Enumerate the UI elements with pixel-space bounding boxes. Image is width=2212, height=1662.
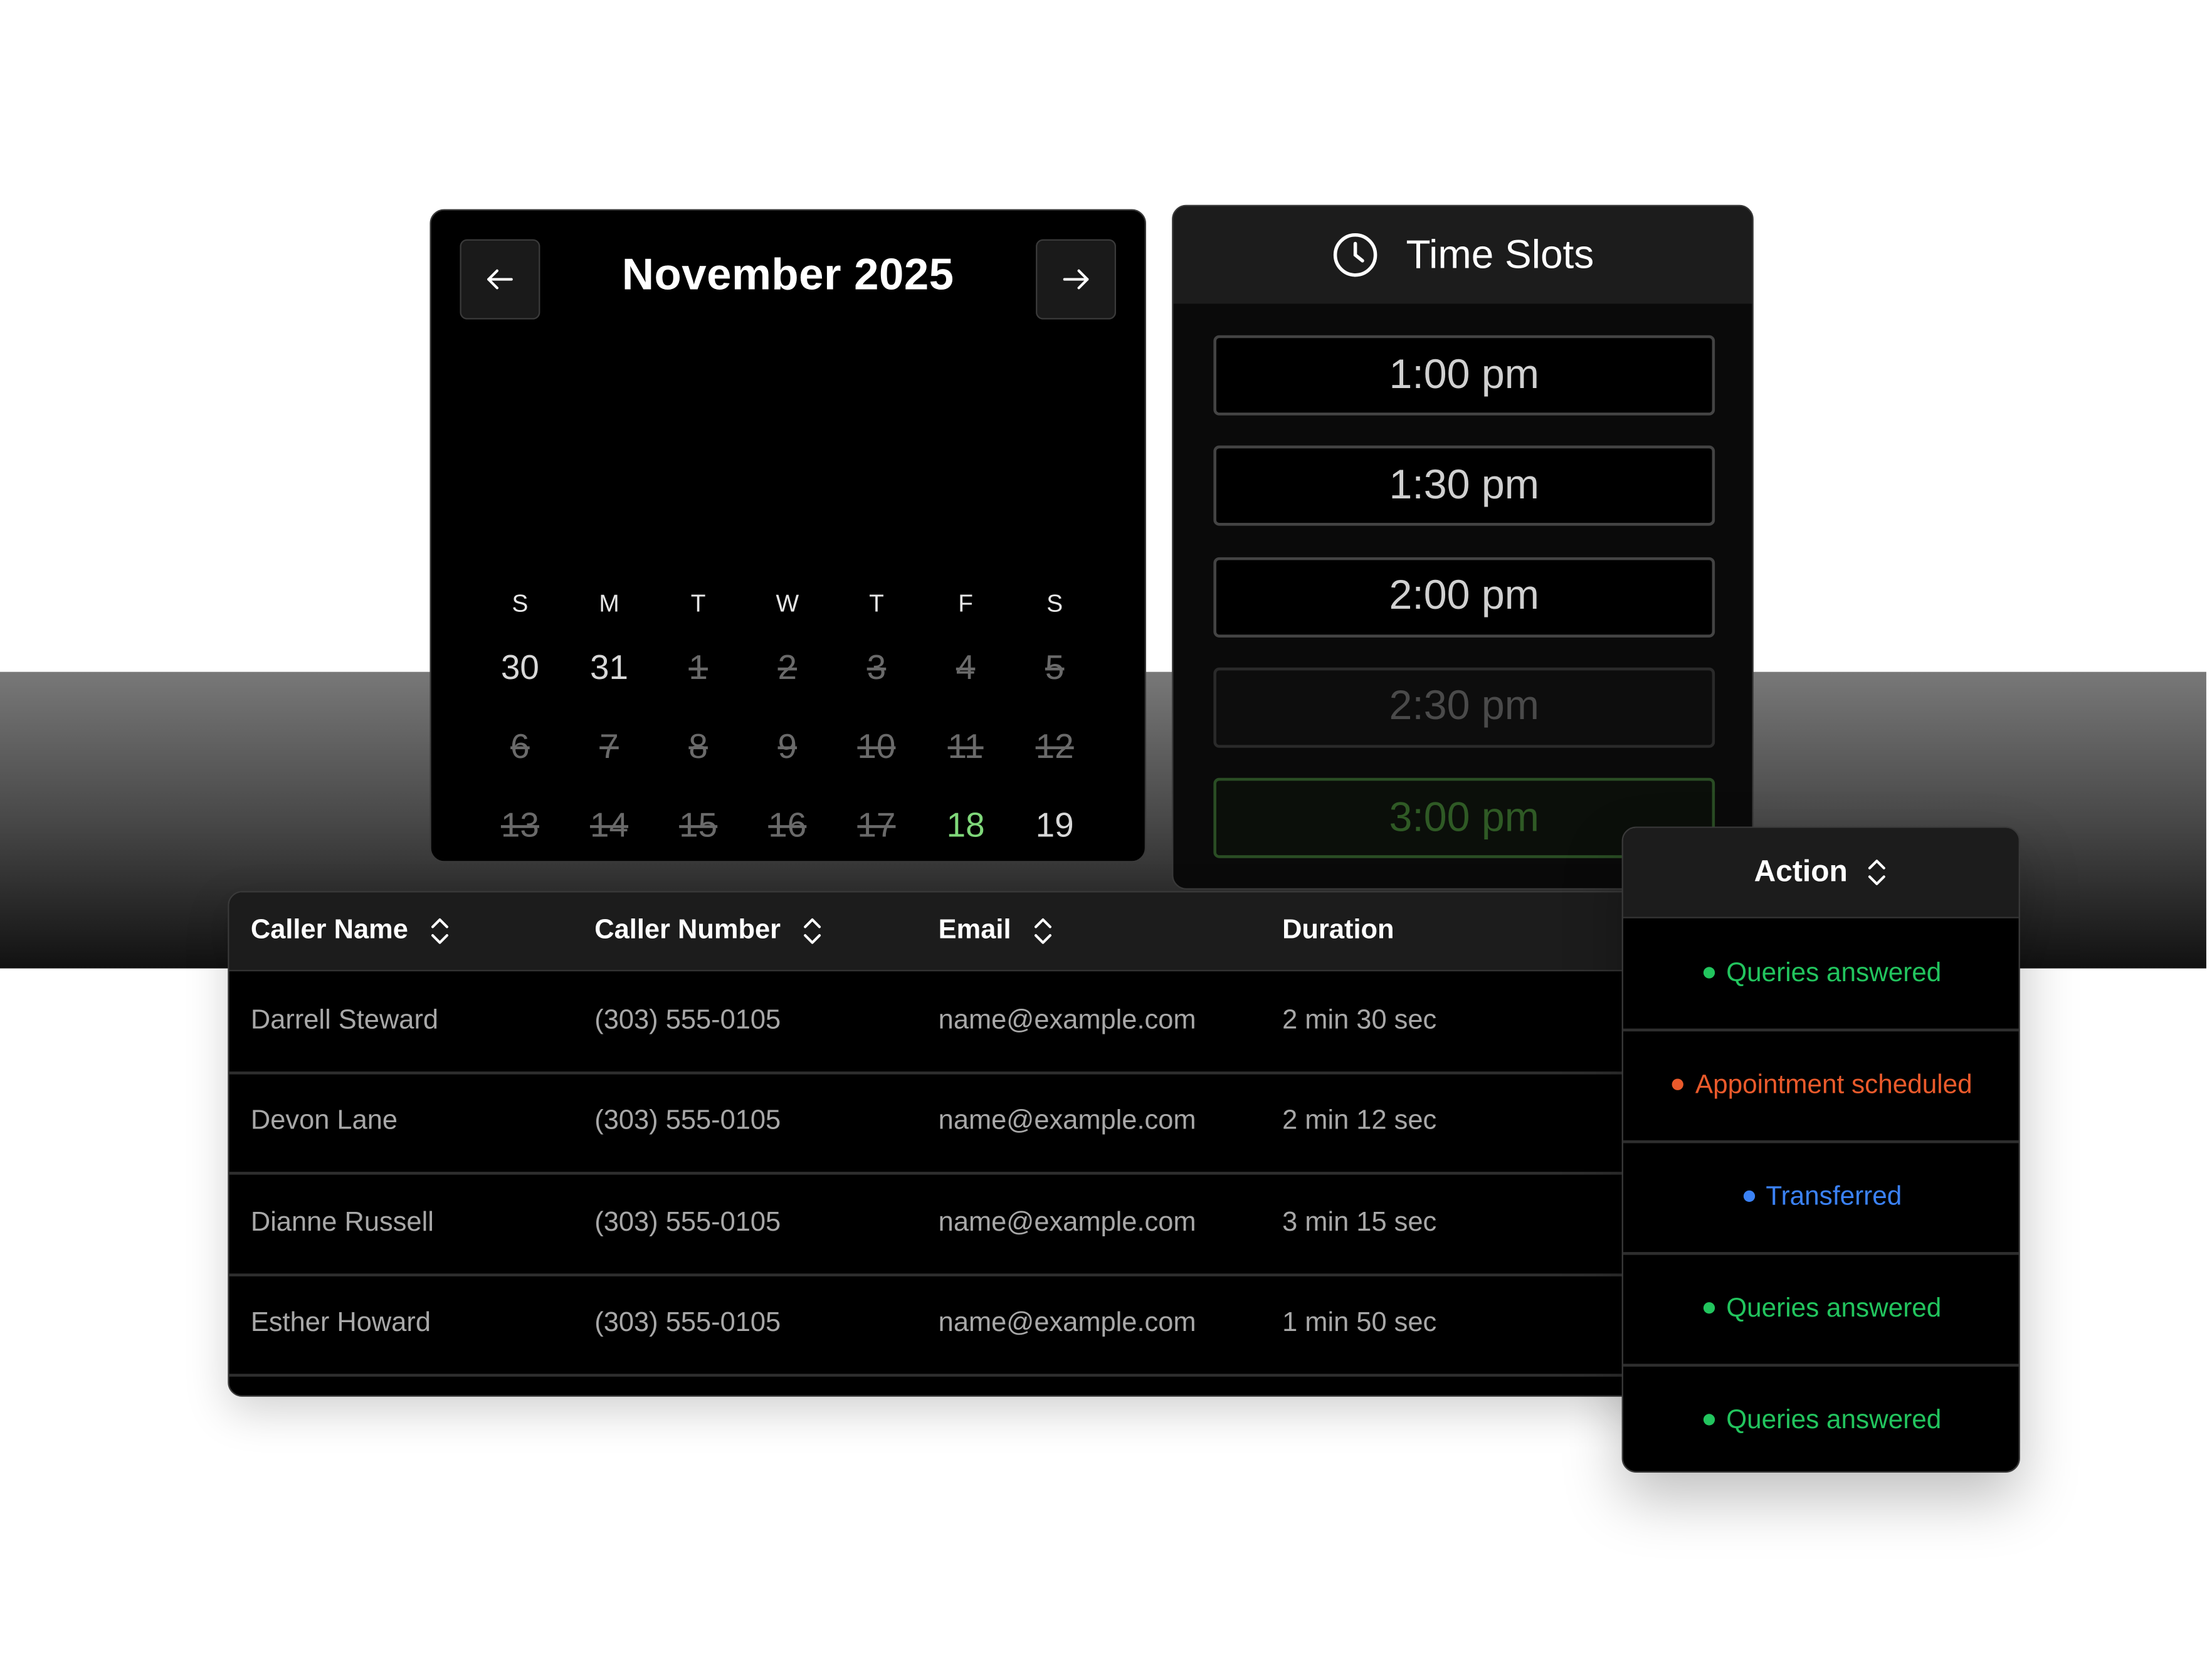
status-dot [1703,967,1715,979]
calendar-day: 5 [1045,649,1065,688]
action-panel: Action Queries answered Appointment sched… [1621,826,2020,1473]
table-row[interactable]: Esther Howard (303) 555-0105 name@example.… [229,1273,1673,1377]
table-cell: Dianne Russell [250,1207,434,1238]
calendar-day: 13 [500,807,539,846]
weekday-label: S [512,590,529,618]
calendar-day[interactable]: 31 [565,649,654,689]
weekday-label: F [958,590,973,618]
time-slot-button[interactable]: 1:00 pm [1213,335,1715,416]
column-header[interactable]: Caller Number [594,893,823,970]
calendar-day: 7 [599,728,619,767]
table-cell: (303) 555-0105 [594,1307,781,1338]
column-header-label: Email [938,915,1011,946]
calendar-day: 9 [777,728,798,767]
table-row[interactable]: Dianne Russell (303) 555-0105 name@example… [229,1172,1673,1276]
action-status: Queries answered [1623,1252,2019,1367]
column-header[interactable]: Duration [1282,893,1394,970]
table-cell: 1 min 50 sec [1282,1307,1437,1338]
table-row[interactable]: Devon Lane (303) 555-0105 name@example.com… [229,1072,1673,1175]
table-header: Caller Name Caller Number Email Duration [229,892,1673,972]
status-dot [1703,1414,1715,1426]
time-slots-title: Time Slots [1406,232,1594,277]
time-slot-button[interactable]: 2:30 pm [1213,667,1715,748]
status-dot [1742,1190,1755,1202]
action-status: Appointment scheduled [1623,1029,2019,1144]
time-slots-header: Time Slots [1173,206,1752,304]
status-label: Appointment scheduled [1695,1068,1972,1099]
table-cell: (303) 555-0105 [594,1106,781,1137]
action-status: Queries answered [1623,917,2019,1032]
table-row[interactable]: Darrell Steward (303) 555-0105 name@exampl… [229,971,1673,1075]
calendar-day[interactable]: 30 [476,649,565,689]
calendar-day: 12 [1035,728,1074,767]
calendar-day: 3 [866,649,887,688]
time-slot-button[interactable]: 2:00 pm [1213,556,1715,637]
calendar-widget: November 2025 SMTWTFS 30 31 1 2 3 4 5 6 7 8 9 10 11 1… [429,209,1147,1004]
weekday-label: W [776,590,799,618]
status-label: Queries answered [1726,1292,1942,1323]
action-header[interactable]: Action [1623,828,2019,918]
sort-icon [1868,860,1885,885]
calendar-day: 11 [947,728,984,767]
calendar-day: 1 [688,649,708,688]
arrow-right-icon [1063,269,1089,290]
call-log-table: Caller Name Caller Number Email Duration Da… [228,891,1675,1397]
table-cell: 2 min 12 sec [1282,1106,1437,1137]
weekday-label: T [690,590,706,618]
status-label: Queries answered [1726,1404,1942,1434]
action-status: Queries answered [1623,1364,2019,1471]
table-cell: name@example.com [938,1207,1196,1238]
calendar-day[interactable]: 18 [921,807,1010,847]
column-header-label: Caller Number [594,915,781,946]
table-cell: 2 min 30 sec [1282,1006,1437,1036]
next-month-button[interactable] [1036,239,1117,320]
calendar-day[interactable]: 19 [1010,807,1099,847]
action-status: Transferred [1623,1140,2019,1255]
calendar-day: 2 [777,649,798,688]
calendar-day: 17 [857,807,896,846]
column-header[interactable]: Caller Name [251,893,451,970]
calendar-day: 4 [956,649,976,688]
calendar-day: 8 [688,728,708,767]
weekday-label: T [869,590,884,618]
table-cell: Darrell Steward [250,1006,439,1036]
status-dot [1672,1078,1684,1090]
column-header[interactable]: Email [939,893,1054,970]
status-label: Queries answered [1726,957,1942,987]
time-slots-panel: Time Slots 1:00 pm 1:30 pm 2:00 pm 2:30 pm 3… [1172,204,1754,890]
table-cell: Esther Howard [250,1307,431,1338]
clock-icon [1334,233,1378,277]
calendar-day: 15 [679,807,718,846]
table-cell: name@example.com [938,1006,1196,1036]
sort-icon [1034,918,1051,944]
calendar-day: 6 [510,728,530,767]
table-cell: (303) 555-0105 [594,1006,781,1036]
time-slot-button[interactable]: 1:30 pm [1213,446,1715,527]
sort-icon [803,918,821,944]
column-header-label: Caller Name [250,915,408,946]
column-header-label: Duration [1282,915,1394,946]
status-dot [1703,1302,1715,1314]
weekday-label: S [1046,590,1063,618]
status-label: Transferred [1766,1180,1902,1211]
calendar-day: 16 [768,807,807,846]
weekday-label: M [599,590,619,618]
table-cell: Devon Lane [250,1106,398,1137]
action-title: Action [1754,855,1848,888]
table-cell: 3 min 15 sec [1282,1207,1437,1238]
table-cell: name@example.com [938,1307,1196,1338]
calendar-day: 14 [590,807,629,846]
table-cell: name@example.com [938,1106,1196,1137]
calendar-day: 10 [857,728,896,767]
table-cell: (303) 555-0105 [594,1207,781,1238]
sort-icon [431,918,448,944]
